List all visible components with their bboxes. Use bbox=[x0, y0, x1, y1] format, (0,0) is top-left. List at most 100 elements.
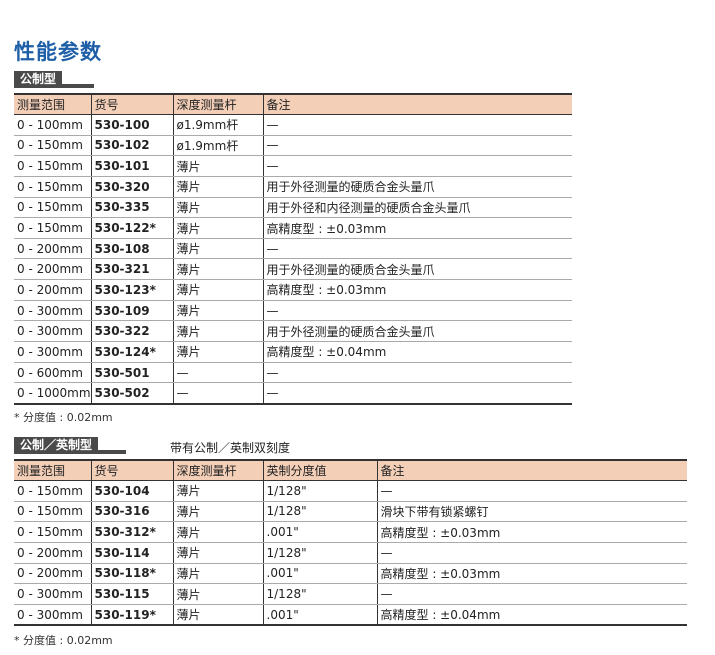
column-header: 测量范围 bbox=[14, 459, 92, 481]
table-cell: 530-102 bbox=[90, 135, 174, 157]
table-cell: ø1.9mm杆 bbox=[172, 135, 264, 157]
table-cell: 530-320 bbox=[90, 176, 174, 198]
table-cell: 0 - 200mm bbox=[14, 238, 92, 260]
table-row: 0 - 1000mm 530-502— — bbox=[14, 382, 572, 405]
table-cell: 用于外径测量的硬质合金头量爪 bbox=[262, 258, 572, 281]
table-cell: 0 - 1000mm bbox=[14, 382, 92, 405]
table-cell: 薄片 bbox=[172, 279, 264, 301]
table-cell: 0 - 300mm bbox=[14, 341, 92, 363]
column-header: 英制分度值 bbox=[262, 459, 378, 481]
table-cell: — bbox=[376, 583, 687, 605]
table-cell: 530-312* bbox=[90, 521, 174, 543]
table-cell: 薄片 bbox=[172, 480, 264, 502]
table-cell: 530-502 bbox=[90, 382, 174, 405]
table-cell: 530-109 bbox=[90, 300, 174, 322]
table-cell: 薄片 bbox=[172, 300, 264, 322]
table-row: 0 - 150mm 530-316 薄片 1/128" 滑块下带有锁紧螺钉 bbox=[14, 501, 687, 523]
table-cell: 530-115 bbox=[90, 583, 174, 605]
table-cell: 0 - 150mm bbox=[14, 197, 92, 219]
inch-spec-table: 测量范围 货号 深度测量杆 英制分度值 备注 0 - 150mm 530-104 薄片 1/1… bbox=[14, 459, 687, 627]
table-cell: 530-104 bbox=[90, 480, 174, 502]
table-row: 0 - 200mm 530-123* 薄片 高精度型 : ±0.03mm bbox=[14, 279, 572, 301]
table-cell: 1/128" bbox=[262, 501, 378, 523]
table-cell: 530-119* bbox=[90, 604, 174, 627]
table-cell: 530-316 bbox=[90, 501, 174, 523]
table-cell: 0 - 200mm bbox=[14, 563, 92, 585]
metric-section-rule bbox=[62, 84, 95, 88]
table-cell: 薄片 bbox=[172, 197, 264, 219]
table-cell: 1/128" bbox=[262, 583, 378, 605]
table-row: 0 - 300mm 530-322 薄片 用于外径测量的硬质合金头量爪 bbox=[14, 320, 572, 343]
table-row: 0 - 200mm 530-118* 薄片 .001" 高精度型 : ±0.03mm bbox=[14, 563, 687, 585]
table-cell: 1/128" bbox=[262, 480, 378, 502]
table-cell: 0 - 150mm bbox=[14, 155, 92, 177]
table-cell: 薄片 bbox=[172, 542, 264, 564]
column-header: 深度测量杆 bbox=[172, 459, 264, 481]
table-cell: .001" bbox=[262, 521, 378, 543]
table-cell: 高精度型 : ±0.03mm bbox=[262, 217, 572, 239]
table-row: 0 - 150mm 530-104 薄片 1/128" — bbox=[14, 480, 687, 502]
column-header: 货号 bbox=[90, 93, 174, 115]
table-cell: 薄片 bbox=[172, 320, 264, 343]
table-cell: 高精度型 : ±0.04mm bbox=[262, 341, 572, 363]
table-cell: 530-101 bbox=[90, 155, 174, 177]
table-cell: 530-501 bbox=[90, 362, 174, 384]
table-cell: 薄片 bbox=[172, 217, 264, 239]
table-row: 0 - 150mm 530-320 薄片 用于外径测量的硬质合金头量爪 bbox=[14, 176, 572, 198]
table-cell: 用于外径和内径测量的硬质合金头量爪 bbox=[262, 197, 572, 219]
table-cell: 530-100 bbox=[90, 114, 174, 136]
table-cell: 高精度型 : ±0.04mm bbox=[376, 604, 687, 627]
table-cell: 薄片 bbox=[172, 604, 264, 627]
table-cell: ø1.9mm杆 bbox=[172, 114, 264, 136]
table-cell: 薄片 bbox=[172, 501, 264, 523]
table-cell: — bbox=[262, 238, 572, 260]
table-cell: — bbox=[262, 362, 572, 384]
table-cell: 薄片 bbox=[172, 238, 264, 260]
table-cell: 薄片 bbox=[172, 341, 264, 363]
inch-section-rule bbox=[98, 450, 127, 454]
table-cell: 0 - 150mm bbox=[14, 217, 92, 239]
table-row: 0 - 200mm 530-108 薄片 — bbox=[14, 238, 572, 260]
table-cell: — bbox=[262, 382, 572, 405]
inch-section-header: 公制／英制型 bbox=[14, 437, 127, 454]
table-cell: 530-124* bbox=[90, 341, 174, 363]
table-cell: 薄片 bbox=[172, 155, 264, 177]
table-cell: 高精度型 : ±0.03mm bbox=[262, 279, 572, 301]
table-row: 0 - 200mm 530-114 薄片 1/128" — bbox=[14, 542, 687, 564]
table-cell: 530-118* bbox=[90, 563, 174, 585]
table-cell: 0 - 300mm bbox=[14, 583, 92, 605]
table-cell: 0 - 150mm bbox=[14, 501, 92, 523]
table-row: 0 - 150mm 530-335 薄片 用于外径和内径测量的硬质合金头量爪 bbox=[14, 197, 572, 219]
table-cell: 530-114 bbox=[90, 542, 174, 564]
metric-section-tag: 公制型 bbox=[14, 71, 63, 88]
table-cell: 530-122* bbox=[90, 217, 174, 239]
table-cell: 0 - 300mm bbox=[14, 300, 92, 322]
table-cell: — bbox=[172, 362, 264, 384]
table-row: 0 - 600mm 530-501— — bbox=[14, 362, 572, 384]
metric-footnote: * 分度值 : 0.02mm bbox=[14, 411, 113, 424]
table-cell: 1/128" bbox=[262, 542, 378, 564]
table-cell: .001" bbox=[262, 563, 378, 585]
inch-table-header-row: 测量范围 货号 深度测量杆 英制分度值 备注 bbox=[14, 459, 687, 481]
table-row: 0 - 100mm 530-100 ø1.9mm杆 — bbox=[14, 114, 572, 136]
table-cell: 薄片 bbox=[172, 563, 264, 585]
table-cell: 0 - 150mm bbox=[14, 135, 92, 157]
table-row: 0 - 300mm 530-124* 薄片 高精度型 : ±0.04mm bbox=[14, 341, 572, 363]
table-row: 0 - 150mm 530-102 ø1.9mm杆 — bbox=[14, 135, 572, 157]
table-cell: .001" bbox=[262, 604, 378, 627]
table-cell: 薄片 bbox=[172, 176, 264, 198]
table-cell: 530-321 bbox=[90, 258, 174, 281]
table-cell: 0 - 300mm bbox=[14, 604, 92, 627]
table-row: 0 - 300mm 530-115 薄片 1/128" — bbox=[14, 583, 687, 605]
table-cell: — bbox=[262, 114, 572, 136]
table-cell: 530-123* bbox=[90, 279, 174, 301]
table-cell: 0 - 150mm bbox=[14, 176, 92, 198]
table-cell: 530-322 bbox=[90, 320, 174, 343]
metric-spec-table: 测量范围 货号 深度测量杆 备注 0 - 100mm 530-100 ø1.9mm杆 —0 … bbox=[14, 93, 572, 405]
table-cell: 薄片 bbox=[172, 521, 264, 543]
table-row: 0 - 150mm 530-122* 薄片 高精度型 : ±0.03mm bbox=[14, 217, 572, 239]
table-cell: 薄片 bbox=[172, 258, 264, 281]
table-cell: 530-335 bbox=[90, 197, 174, 219]
inch-section-note: 带有公制／英制双刻度 bbox=[170, 441, 291, 455]
table-cell: 0 - 100mm bbox=[14, 114, 92, 136]
